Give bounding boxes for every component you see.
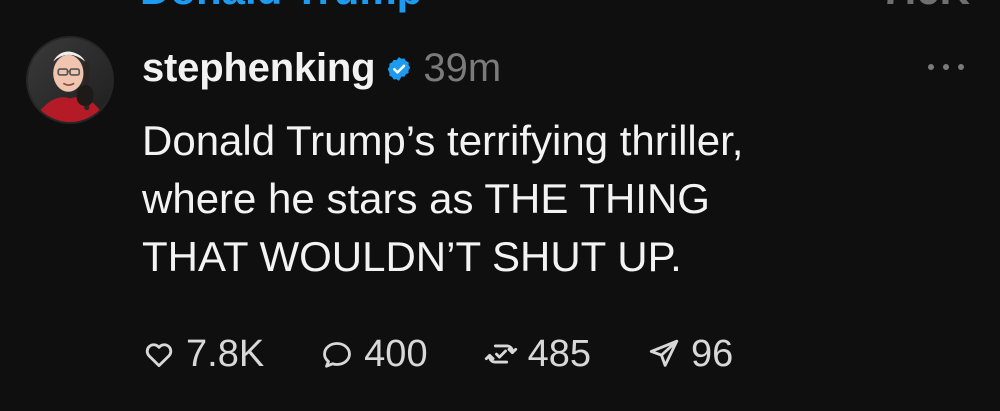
share-button[interactable]: 96: [647, 333, 733, 376]
share-count: 96: [690, 332, 734, 375]
post-actions: 7.8K 400 485 96: [142, 330, 733, 378]
post-text-line-2: where he stars as THE THING: [142, 175, 710, 222]
previous-post-cutoff: Donald Trump 7.6K: [140, 0, 970, 14]
previous-post-count: 7.6K: [881, 0, 970, 14]
post-time: 39m: [423, 45, 502, 90]
repost-icon: [484, 337, 518, 371]
like-button[interactable]: 7.8K: [142, 333, 264, 376]
avatar[interactable]: [26, 36, 114, 124]
reply-button[interactable]: 400: [320, 332, 428, 376]
paper-plane-icon: [647, 337, 681, 371]
like-count: 7.8K: [186, 332, 265, 375]
heart-icon: [142, 337, 176, 371]
post-text-line-1: Donald Trump’s terrifying thriller,: [142, 117, 744, 164]
post-text: Donald Trump’s terrifying thriller, wher…: [142, 112, 962, 286]
more-dots-icon[interactable]: [928, 58, 964, 76]
previous-post-name: Donald Trump: [140, 0, 422, 14]
repost-count: 485: [527, 332, 591, 375]
speech-bubble-icon: [320, 337, 354, 371]
post-text-line-3: THAT WOULDN’T SHUT UP.: [142, 233, 682, 280]
username[interactable]: stephenking: [142, 46, 376, 91]
repost-button[interactable]: 485: [484, 333, 591, 376]
verified-check-icon: [385, 55, 413, 83]
reply-count: 400: [364, 332, 428, 375]
post-header: stephenking 39m: [142, 42, 501, 94]
